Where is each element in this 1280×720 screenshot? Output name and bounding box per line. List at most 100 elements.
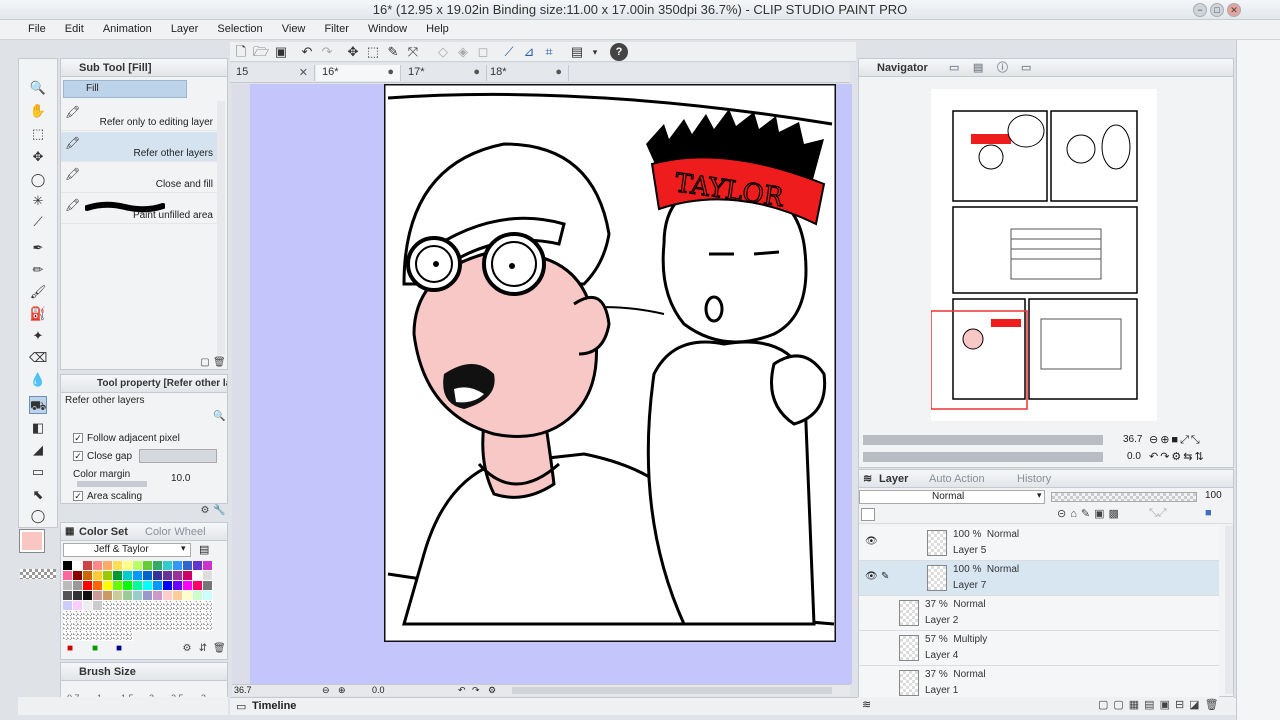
- color-set-options-icon[interactable]: ▤: [199, 543, 209, 556]
- color-move-icon[interactable]: ⇵: [197, 643, 209, 655]
- navigator-zoom-icons[interactable]: ⊖⊕■⤢⤡: [1149, 433, 1202, 447]
- tab-color-wheel[interactable]: Color Wheel: [145, 523, 206, 541]
- subtool-group-fill[interactable]: Fill: [63, 80, 187, 98]
- menu-window[interactable]: Window: [360, 20, 415, 35]
- info-tab-icon[interactable]: ⓘ: [997, 59, 1008, 77]
- color-swatch[interactable]: [83, 591, 93, 601]
- chevron-down-icon[interactable]: ▾: [181, 543, 186, 554]
- rotate-left-icon[interactable]: ↶: [458, 685, 466, 696]
- horizontal-scrollbar[interactable]: [512, 687, 832, 694]
- color-swatch[interactable]: [203, 571, 213, 581]
- fill-selection-icon[interactable]: ◈: [454, 43, 472, 61]
- reset-rotation-icon[interactable]: ⚙: [488, 685, 496, 696]
- move-layer-icon[interactable]: ✥: [29, 148, 47, 166]
- pencil-tool-icon[interactable]: ✏: [29, 261, 47, 279]
- color-swatch[interactable]: [143, 571, 153, 581]
- empty-swatch[interactable]: [163, 601, 173, 611]
- menu-layer[interactable]: Layer: [163, 20, 207, 35]
- color-swatch[interactable]: [103, 571, 113, 581]
- layer-property-icons[interactable]: ⊝⌂✎▣▩: [1057, 507, 1123, 520]
- empty-swatch[interactable]: [203, 611, 213, 621]
- color-margin-value[interactable]: 10.0: [171, 473, 190, 484]
- empty-swatch[interactable]: [153, 601, 163, 611]
- chevron-down-icon[interactable]: ▾: [586, 43, 604, 61]
- empty-swatch[interactable]: [123, 631, 133, 641]
- special-ruler-icon[interactable]: ⊿: [520, 43, 538, 61]
- transform-icon[interactable]: ✎: [384, 43, 402, 61]
- empty-swatch[interactable]: [93, 611, 103, 621]
- empty-swatch[interactable]: [73, 621, 83, 631]
- frame-border-icon[interactable]: ▭: [29, 463, 47, 481]
- empty-swatch[interactable]: [93, 621, 103, 631]
- color-swatch[interactable]: [63, 591, 73, 601]
- navigator-rotate-value[interactable]: 0.0: [1127, 451, 1141, 462]
- empty-swatch[interactable]: [83, 631, 93, 641]
- color-swatch[interactable]: [133, 591, 143, 601]
- tab-canvas-15[interactable]: 15 ✕: [230, 65, 315, 81]
- layer-name[interactable]: Layer 4: [925, 650, 958, 661]
- color-swatch[interactable]: [113, 581, 123, 591]
- close-gap-levels[interactable]: [139, 449, 217, 463]
- color-swatch[interactable]: [123, 591, 133, 601]
- subtool-item-refer-other[interactable]: 🖍 Refer other layers: [61, 132, 217, 162]
- empty-swatch[interactable]: [63, 631, 73, 641]
- settings-gear-icon[interactable]: ⚙: [199, 505, 211, 517]
- color-swatch[interactable]: [103, 581, 113, 591]
- layer-color-icon[interactable]: ■: [1205, 507, 1212, 519]
- decoration-icon[interactable]: ✦: [29, 327, 47, 345]
- color-swatch[interactable]: [93, 571, 103, 581]
- color-swatch[interactable]: [63, 561, 73, 571]
- rotate-right-icon[interactable]: ↷: [472, 685, 480, 696]
- wrench-icon[interactable]: 🔧: [213, 505, 225, 517]
- color-swatch[interactable]: [133, 561, 143, 571]
- eyedropper-icon[interactable]: ⟋: [29, 213, 47, 231]
- navigator-rotate-slider[interactable]: [863, 452, 1103, 462]
- menu-selection[interactable]: Selection: [209, 20, 270, 35]
- replace-color-icon[interactable]: ■: [89, 643, 101, 655]
- color-settings-icon[interactable]: ⚙: [181, 643, 193, 655]
- color-swatch[interactable]: [73, 581, 83, 591]
- empty-swatch[interactable]: [143, 611, 153, 621]
- empty-swatch[interactable]: [103, 631, 113, 641]
- delete-color-icon[interactable]: ■: [113, 643, 125, 655]
- empty-swatch[interactable]: [83, 611, 93, 621]
- empty-swatch[interactable]: [73, 611, 83, 621]
- color-swatch[interactable]: [83, 571, 93, 581]
- subtool-item-paint-unfilled[interactable]: 🖍 Paint unfilled area: [61, 194, 217, 224]
- close-icon[interactable]: ✕: [299, 66, 308, 79]
- color-swatch[interactable]: [163, 571, 173, 581]
- tab-layer[interactable]: Layer: [879, 470, 908, 488]
- main-color-swatch[interactable]: [19, 529, 45, 553]
- empty-swatch[interactable]: [103, 621, 113, 631]
- object-tool-icon[interactable]: ⬉: [29, 486, 47, 504]
- tab-auto-action[interactable]: Auto Action: [929, 470, 985, 488]
- save-icon[interactable]: ▣: [272, 43, 290, 61]
- color-swatch[interactable]: [163, 581, 173, 591]
- area-scaling-checkbox[interactable]: ✓: [73, 491, 83, 502]
- trash-icon[interactable]: 🗑: [213, 643, 226, 655]
- color-swatch[interactable]: [63, 581, 73, 591]
- menu-filter[interactable]: Filter: [316, 20, 356, 35]
- timeline-label[interactable]: Timeline: [252, 700, 296, 712]
- color-swatch[interactable]: [193, 561, 203, 571]
- layer-thumbnail[interactable]: [927, 565, 947, 591]
- empty-swatch[interactable]: [123, 601, 133, 611]
- artwork-canvas[interactable]: TAYLOR: [384, 84, 836, 642]
- layer-thumbnail[interactable]: [899, 635, 919, 661]
- empty-swatch[interactable]: [193, 611, 203, 621]
- layer-thumbnail[interactable]: [927, 530, 947, 556]
- fill-tool-icon[interactable]: ⛟: [29, 396, 47, 414]
- empty-swatch[interactable]: [83, 621, 93, 631]
- empty-swatch[interactable]: [203, 621, 213, 631]
- follow-adjacent-checkbox[interactable]: ✓: [73, 433, 83, 444]
- empty-swatch[interactable]: [103, 611, 113, 621]
- color-swatch[interactable]: [153, 581, 163, 591]
- blend-mode-dropdown[interactable]: Normal: [859, 490, 1045, 504]
- empty-swatch[interactable]: [183, 611, 193, 621]
- eraser-icon[interactable]: ⌫: [29, 349, 47, 367]
- empty-swatch[interactable]: [133, 611, 143, 621]
- close-button[interactable]: ✕: [1227, 3, 1241, 17]
- menu-edit[interactable]: Edit: [57, 20, 92, 35]
- sub-view-tab-icon[interactable]: ▭: [949, 59, 959, 77]
- color-swatch[interactable]: [123, 571, 133, 581]
